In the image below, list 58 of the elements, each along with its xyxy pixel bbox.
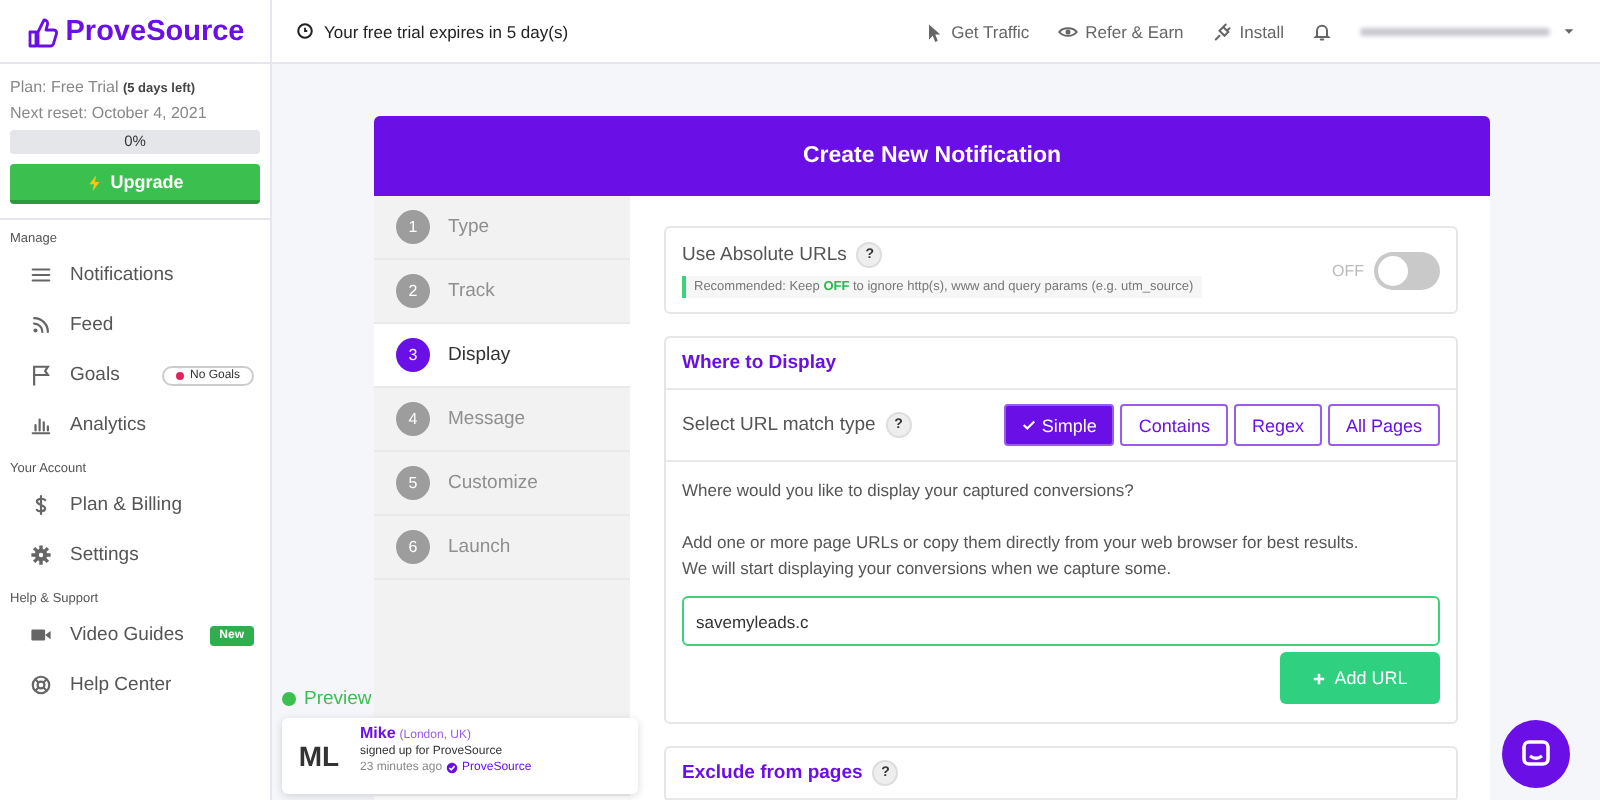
match-type-button[interactable]: Simple xyxy=(1003,404,1115,446)
instruction-text: Add one or more page URLs or copy them directly from your web browser for best results. xyxy=(682,530,1361,556)
match-type-button[interactable]: Regex xyxy=(1233,404,1322,446)
match-type-button[interactable]: Contains xyxy=(1120,404,1228,446)
brand-name: ProveSource xyxy=(65,15,245,47)
url-input[interactable]: savemyleads.c xyxy=(682,596,1440,646)
rss-icon xyxy=(30,314,52,336)
thumbs-up-icon xyxy=(25,15,58,47)
plus-icon xyxy=(1312,671,1327,685)
instruction-text: We will start displaying your conversions when we capture some. xyxy=(682,556,1174,582)
bell-icon[interactable] xyxy=(1312,21,1332,41)
step-number: 2 xyxy=(396,274,430,308)
step-number: 3 xyxy=(396,338,430,372)
video-camera-icon xyxy=(30,624,52,646)
flag-icon xyxy=(30,364,52,386)
wizard-step[interactable]: 3 Display xyxy=(374,324,630,388)
step-number: 1 xyxy=(396,210,430,244)
field-label: Use Absolute URLs xyxy=(682,244,847,266)
lifebuoy-icon xyxy=(30,674,52,696)
card-title: Create New Notification xyxy=(374,116,1490,196)
section-title: Where to Display xyxy=(666,338,1456,390)
step-number: 6 xyxy=(396,530,430,564)
list-icon xyxy=(30,264,52,286)
step-number: 4 xyxy=(396,402,430,436)
match-type-button[interactable]: All Pages xyxy=(1327,404,1440,446)
avatar-initials: ML xyxy=(296,738,342,776)
dollar-icon xyxy=(30,494,52,516)
top-nav-link[interactable]: Install xyxy=(1211,21,1284,41)
clock-icon xyxy=(296,22,314,40)
check-icon xyxy=(1021,418,1036,432)
top-nav-link[interactable]: Get Traffic xyxy=(923,21,1030,41)
cursor-icon xyxy=(923,21,944,41)
sidebar-item[interactable]: Notifications xyxy=(0,250,270,300)
lightning-icon xyxy=(86,171,105,193)
field-label: Select URL match type xyxy=(682,414,876,436)
sidebar-item[interactable]: Feed xyxy=(0,300,270,350)
top-nav-link[interactable]: Refer & Earn xyxy=(1057,21,1184,41)
eye-icon xyxy=(1057,21,1078,41)
reset-date: Next reset: October 4, 2021 xyxy=(10,102,209,126)
verified-icon xyxy=(446,762,459,774)
sidebar-item[interactable]: Settings xyxy=(0,530,270,580)
question-text: Where would you like to display your captured conversions? xyxy=(682,478,1136,504)
toggle-state: OFF xyxy=(1332,261,1364,279)
sidebar-item[interactable]: Analytics xyxy=(0,400,270,450)
trial-notice: Your free trial expires in 5 day(s) xyxy=(296,21,569,41)
person-name: Mike xyxy=(360,724,396,742)
preview-label: Preview xyxy=(282,688,638,710)
toggle-switch[interactable] xyxy=(1374,251,1440,289)
chat-icon xyxy=(1520,738,1552,770)
caret-icon xyxy=(1562,24,1576,38)
step-number: 5 xyxy=(396,466,430,500)
chat-button[interactable] xyxy=(1502,720,1570,788)
sidebar-item[interactable]: Plan & Billing xyxy=(0,480,270,530)
sidebar-item[interactable]: Help Center xyxy=(0,660,270,710)
bar-chart-icon xyxy=(30,414,52,436)
plug-icon xyxy=(1211,21,1232,41)
settings-icon xyxy=(30,544,52,566)
section-title: Exclude from pages xyxy=(682,762,863,784)
